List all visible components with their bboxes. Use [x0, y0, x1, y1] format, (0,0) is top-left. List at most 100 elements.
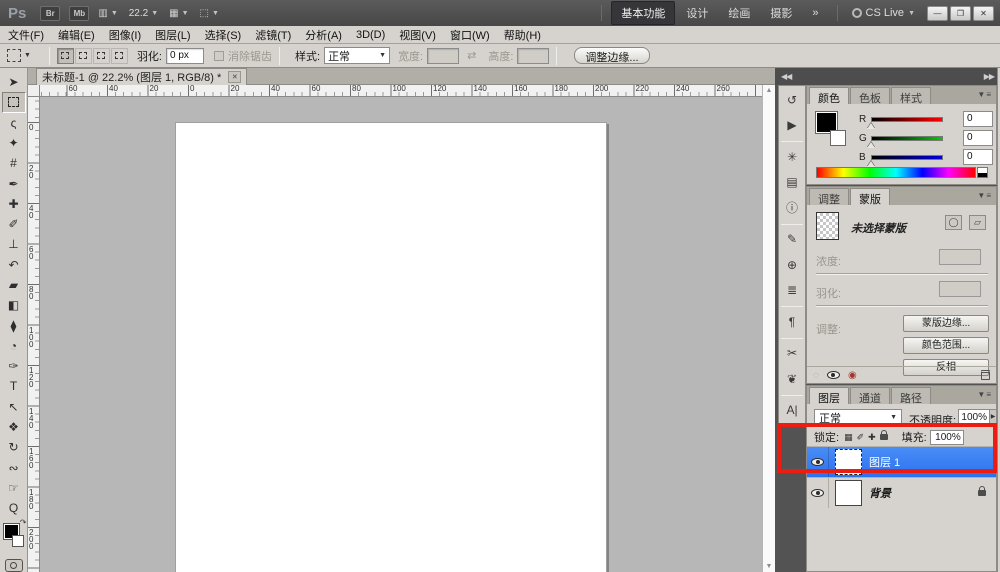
vertical-scrollbar[interactable]: ▲ ▼	[762, 85, 775, 572]
menu-item[interactable]: 窗口(W)	[450, 27, 490, 43]
launch-bridge-button[interactable]: Br	[40, 5, 61, 21]
channel-value-input[interactable]: 0	[963, 130, 993, 146]
layer-visibility-cell[interactable]	[807, 478, 829, 508]
hand-tool[interactable]: ☞	[2, 478, 26, 498]
tool-presets-panel-icon[interactable]: ✂	[781, 343, 803, 365]
menu-item[interactable]: 图像(I)	[109, 27, 141, 43]
canvas-region[interactable]	[40, 97, 762, 572]
menu-item[interactable]: 3D(D)	[356, 29, 385, 41]
swap-colors-icon[interactable]: ↷	[20, 518, 27, 527]
masks-panel-menu-icon[interactable]: ▼≡	[977, 191, 992, 200]
channel-value-input[interactable]: 0	[963, 149, 993, 165]
channel-slider[interactable]	[871, 116, 943, 122]
scroll-up-arrow-icon[interactable]: ▲	[766, 87, 773, 94]
arrange-documents-icon[interactable]: ▦	[169, 8, 178, 19]
masks-panel-tab[interactable]: 调整	[809, 188, 849, 206]
background-color-swatch[interactable]	[830, 130, 846, 146]
layers-panel-menu-icon[interactable]: ▼≡	[977, 390, 992, 399]
color-panel-tab[interactable]: 样式	[891, 87, 931, 105]
scroll-down-arrow-icon[interactable]: ▼	[766, 563, 773, 570]
quick-mask-mode-button[interactable]	[4, 559, 23, 572]
refine-edge-button[interactable]: 调整边缘...	[574, 47, 650, 64]
lock-all-icon[interactable]	[879, 430, 888, 440]
quick-selection-tool[interactable]: ✦	[2, 133, 26, 153]
document-tab[interactable]: 未标题-1 @ 22.2% (图层 1, RGB/8) * ✕	[36, 68, 248, 85]
add-vector-mask-icon[interactable]: ▱	[969, 215, 986, 230]
subtract-from-selection-button[interactable]	[92, 47, 110, 64]
lock-pixels-icon[interactable]: ✐	[857, 432, 865, 442]
screen-mode-icon[interactable]: ⬚	[200, 8, 209, 19]
type-tool[interactable]: T	[2, 376, 26, 396]
actions-panel-icon[interactable]: ▶	[781, 115, 803, 137]
layer-visibility-cell[interactable]	[807, 447, 829, 477]
brush-tool[interactable]: ✐	[2, 214, 26, 234]
menu-item[interactable]: 图层(L)	[155, 27, 190, 43]
collapse-dock-right-icon[interactable]: ▶▶	[984, 72, 995, 81]
layer-name[interactable]: 图层 1	[869, 454, 900, 470]
clone-source-panel-icon[interactable]: ⊕	[781, 254, 803, 276]
layers-panel-tab[interactable]: 图层	[809, 387, 849, 405]
gradient-tool[interactable]: ◧	[2, 295, 26, 315]
layer-thumbnail[interactable]	[835, 480, 862, 506]
opacity-spinner-icon[interactable]: ▶	[989, 409, 997, 426]
mask-action-button[interactable]: 颜色范围...	[903, 337, 989, 354]
move-tool[interactable]: ➤	[2, 72, 26, 92]
mask-enable-eye-icon[interactable]	[826, 371, 840, 379]
layer-thumbnail[interactable]	[835, 449, 862, 475]
menu-item[interactable]: 选择(S)	[205, 27, 242, 43]
mask-overlay-icon[interactable]: ◉	[848, 370, 857, 381]
channel-slider[interactable]	[871, 135, 943, 141]
animation-panel-icon[interactable]: ≣	[781, 280, 803, 302]
canvas-page[interactable]	[175, 122, 607, 572]
blend-mode-select[interactable]: 正常 ▼	[814, 409, 902, 426]
layer-row[interactable]: 背景	[807, 478, 996, 508]
feather-input[interactable]	[166, 47, 204, 64]
eyedropper-tool[interactable]: ✒	[2, 173, 26, 193]
history-panel-icon[interactable]: ↺	[781, 89, 803, 111]
arrange-documents-dropdown-arrow[interactable]: ▼	[182, 10, 189, 17]
eye-icon[interactable]	[811, 458, 824, 466]
layer-name[interactable]: 背景	[869, 485, 891, 501]
layers-panel-tab[interactable]: 通道	[850, 387, 890, 405]
masks-panel-icon[interactable]: ▤	[781, 172, 803, 194]
delete-mask-icon[interactable]	[981, 370, 990, 380]
add-pixel-mask-icon[interactable]: ◯	[945, 215, 962, 230]
view-extras-icon[interactable]: ▥	[98, 8, 107, 19]
pen-tool[interactable]: ✑	[2, 356, 26, 376]
spot-healing-brush-tool[interactable]: ✚	[2, 194, 26, 214]
history-brush-tool[interactable]: ↶	[2, 255, 26, 275]
view-extras-dropdown-arrow[interactable]: ▼	[111, 10, 118, 17]
3d-orbit-tool[interactable]: ∾	[2, 457, 26, 477]
close-button[interactable]: ✕	[973, 5, 994, 21]
masks-panel-tab[interactable]: 蒙版	[850, 188, 890, 206]
channel-value-input[interactable]: 0	[963, 111, 993, 127]
workspace-tab[interactable]: 摄影	[761, 2, 801, 24]
blur-tool[interactable]: ⧫	[2, 315, 26, 335]
path-selection-tool[interactable]: ↖	[2, 397, 26, 417]
workspace-tab[interactable]: 基本功能	[611, 1, 676, 25]
menu-item[interactable]: 编辑(E)	[58, 27, 95, 43]
menu-item[interactable]: 滤镜(T)	[255, 27, 291, 43]
collapse-dock-left-icon[interactable]: ◀◀	[781, 72, 792, 81]
menu-item[interactable]: 分析(A)	[305, 27, 342, 43]
clone-stamp-tool[interactable]: ⊥	[2, 234, 26, 254]
notes-panel-icon[interactable]: ❦	[781, 368, 803, 390]
style-select[interactable]: 正常 ▼	[324, 47, 391, 64]
layer-row[interactable]: 图层 1	[807, 447, 996, 477]
info-panel-icon[interactable]: ⓘ	[781, 197, 803, 219]
marquee-tool-preset-icon[interactable]	[7, 49, 21, 62]
brush-presets-panel-icon[interactable]: ✎	[781, 229, 803, 251]
background-color-swatch[interactable]	[11, 535, 24, 548]
document-tab-close-icon[interactable]: ✕	[228, 71, 242, 83]
mask-action-button[interactable]: 蒙版边缘...	[903, 315, 989, 332]
eye-icon[interactable]	[811, 489, 824, 497]
crop-tool[interactable]: #	[2, 153, 26, 173]
color-panel-tab[interactable]: 色板	[850, 87, 890, 105]
workspace-tab[interactable]: 绘画	[719, 2, 759, 24]
opacity-value[interactable]: 100%	[958, 409, 990, 426]
zoom-level-value[interactable]: 22.2	[129, 8, 148, 19]
new-selection-button[interactable]	[56, 47, 74, 64]
color-panel-menu-icon[interactable]: ▼≡	[977, 90, 992, 99]
menu-item[interactable]: 文件(F)	[8, 27, 44, 43]
zoom-tool[interactable]: Q	[2, 498, 26, 518]
